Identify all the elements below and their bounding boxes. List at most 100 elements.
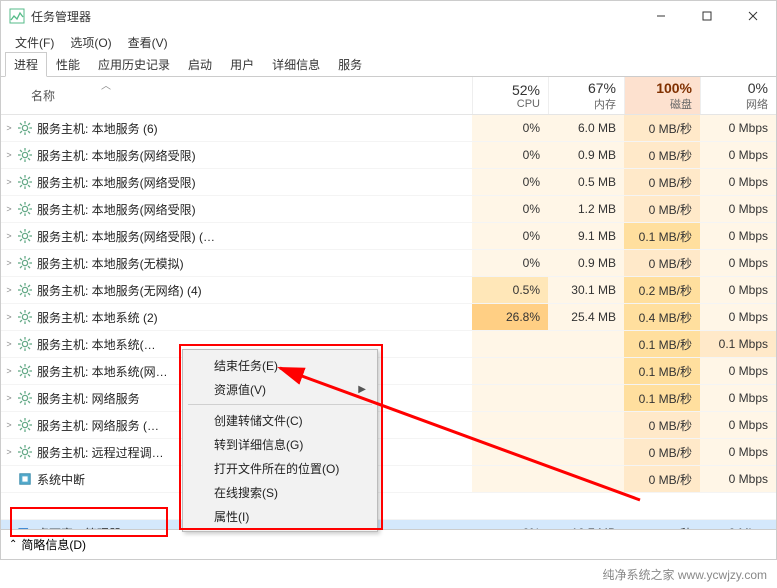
- table-row[interactable]: >服务主机: 本地系统(网…0.1 MB/秒0 Mbps: [1, 358, 776, 385]
- cell-cpu: 0%: [472, 196, 548, 222]
- table-row[interactable]: >服务主机: 本地服务(网络受限)0%0.5 MB0 MB/秒0 Mbps: [1, 169, 776, 196]
- table-row[interactable]: 系统中断0 MB/秒0 Mbps: [1, 466, 776, 493]
- context-menu-item[interactable]: 创建转储文件(C): [186, 408, 374, 432]
- maximize-button[interactable]: [684, 1, 730, 31]
- tab-4[interactable]: 用户: [221, 52, 263, 77]
- expand-icon[interactable]: >: [1, 447, 15, 457]
- cell-disk: 0 MB/秒: [624, 466, 700, 492]
- process-name: 服务主机: 本地服务 (6): [35, 120, 472, 137]
- cell-cpu: 0%: [472, 169, 548, 195]
- table-row[interactable]: [1, 493, 776, 520]
- minimize-button[interactable]: [638, 1, 684, 31]
- process-name: 服务主机: 本地服务(网络受限): [35, 201, 472, 218]
- table-row[interactable]: >服务主机: 远程过程调…0 MB/秒0 Mbps: [1, 439, 776, 466]
- process-name: 服务主机: 本地服务(网络受限): [35, 174, 472, 191]
- table-row[interactable]: >服务主机: 本地服务(无模拟)0%0.9 MB0 MB/秒0 Mbps: [1, 250, 776, 277]
- column-header-disk[interactable]: 100% 磁盘: [624, 77, 700, 114]
- context-menu-item[interactable]: 属性(I): [186, 504, 374, 528]
- cell-disk: 0 MB/秒: [624, 142, 700, 168]
- column-headers: ︿ 名称 52% CPU 67% 内存 100% 磁盘 0% 网络: [1, 77, 776, 115]
- cell-cpu: 0%: [472, 223, 548, 249]
- table-row[interactable]: >服务主机: 本地系统(…0.1 MB/秒0.1 Mbps: [1, 331, 776, 358]
- cell-memory: [548, 439, 624, 465]
- table-row[interactable]: >服务主机: 本地服务 (6)0%6.0 MB0 MB/秒0 Mbps: [1, 115, 776, 142]
- column-header-memory[interactable]: 67% 内存: [548, 77, 624, 114]
- context-menu-separator: [188, 404, 372, 405]
- tab-6[interactable]: 服务: [329, 52, 371, 77]
- context-menu-item[interactable]: 转到详细信息(G): [186, 432, 374, 456]
- cell-cpu: [472, 385, 548, 411]
- cell-disk: 0 MB/秒: [624, 412, 700, 438]
- expand-icon[interactable]: >: [1, 231, 15, 241]
- context-menu-item[interactable]: 打开文件所在的位置(O): [186, 456, 374, 480]
- column-header-name[interactable]: ︿ 名称: [1, 77, 472, 114]
- disk-usage-percent: 100%: [656, 80, 692, 96]
- expand-icon[interactable]: >: [1, 393, 15, 403]
- context-menu-item[interactable]: 结束任务(E): [186, 353, 374, 377]
- menubar: 文件(F) 选项(O) 查看(V): [1, 31, 776, 53]
- cell-network: 0.1 Mbps: [700, 331, 776, 357]
- table-row[interactable]: >服务主机: 本地服务(网络受限)0%1.2 MB0 MB/秒0 Mbps: [1, 196, 776, 223]
- cell-network: 0 Mbps: [700, 277, 776, 303]
- cell-memory: 30.1 MB: [548, 277, 624, 303]
- expand-icon[interactable]: >: [1, 258, 15, 268]
- cell-cpu: 0%: [472, 520, 548, 529]
- sort-indicator-icon: ︿: [101, 77, 111, 92]
- process-icon: [15, 148, 35, 162]
- tab-2[interactable]: 应用历史记录: [89, 52, 179, 77]
- expand-icon[interactable]: >: [1, 123, 15, 133]
- expand-icon[interactable]: >: [1, 366, 15, 376]
- disk-label: 磁盘: [670, 96, 692, 112]
- cell-memory: [548, 412, 624, 438]
- expand-icon[interactable]: >: [1, 420, 15, 430]
- cpu-usage-percent: 52%: [512, 82, 540, 98]
- context-menu-item[interactable]: 在线搜索(S): [186, 480, 374, 504]
- tab-0[interactable]: 进程: [5, 52, 47, 77]
- table-row[interactable]: >服务主机: 本地服务(网络受限)0%0.9 MB0 MB/秒0 Mbps: [1, 142, 776, 169]
- watermark: 纯净系统之家 www.ycwjzy.com: [599, 565, 771, 584]
- expand-icon[interactable]: >: [1, 285, 15, 295]
- cell-network: 0 Mbps: [700, 304, 776, 330]
- column-header-network[interactable]: 0% 网络: [700, 77, 776, 114]
- cell-disk: 0.1 MB/秒: [624, 223, 700, 249]
- table-row[interactable]: >服务主机: 本地系统 (2)26.8%25.4 MB0.4 MB/秒0 Mbp…: [1, 304, 776, 331]
- cell-memory: 10.7 MB: [548, 520, 624, 529]
- table-row[interactable]: 桌面窗口管理器0%10.7 MB0 MB/秒0 Mbps: [1, 520, 776, 529]
- cell-network: 0 Mbps: [700, 196, 776, 222]
- process-list[interactable]: >服务主机: 本地服务 (6)0%6.0 MB0 MB/秒0 Mbps>服务主机…: [1, 115, 776, 529]
- table-row[interactable]: >服务主机: 本地服务(网络受限) (…0%9.1 MB0.1 MB/秒0 Mb…: [1, 223, 776, 250]
- process-icon: [15, 445, 35, 459]
- tab-5[interactable]: 详细信息: [263, 52, 329, 77]
- menu-file[interactable]: 文件(F): [9, 32, 60, 53]
- cell-cpu: 0%: [472, 250, 548, 276]
- process-icon: [15, 526, 35, 529]
- context-menu-item[interactable]: 资源值(V)▶: [186, 377, 374, 401]
- cell-network: 0 Mbps: [700, 169, 776, 195]
- collapse-icon: ⌃: [9, 539, 17, 550]
- process-icon: [15, 121, 35, 135]
- expand-icon[interactable]: >: [1, 339, 15, 349]
- cell-network: 0 Mbps: [700, 412, 776, 438]
- menu-options[interactable]: 选项(O): [64, 32, 117, 53]
- table-row[interactable]: >服务主机: 网络服务 (…0 MB/秒0 Mbps: [1, 412, 776, 439]
- tabbar: 进程性能应用历史记录启动用户详细信息服务: [1, 53, 776, 77]
- process-icon: [15, 418, 35, 432]
- network-usage-percent: 0%: [748, 80, 768, 96]
- tab-1[interactable]: 性能: [47, 52, 89, 77]
- table-row[interactable]: >服务主机: 本地服务(无网络) (4)0.5%30.1 MB0.2 MB/秒0…: [1, 277, 776, 304]
- process-name: 服务主机: 本地服务(网络受限) (…: [35, 228, 472, 245]
- cpu-label: CPU: [517, 98, 540, 110]
- table-row[interactable]: >服务主机: 网络服务0.1 MB/秒0 Mbps: [1, 385, 776, 412]
- fewer-details-link[interactable]: 简略信息(D): [21, 536, 86, 553]
- close-button[interactable]: [730, 1, 776, 31]
- cell-network: 0 Mbps: [700, 115, 776, 141]
- cell-network: 0 Mbps: [700, 223, 776, 249]
- tab-3[interactable]: 启动: [179, 52, 221, 77]
- expand-icon[interactable]: >: [1, 312, 15, 322]
- menu-view[interactable]: 查看(V): [122, 32, 174, 53]
- column-header-cpu[interactable]: 52% CPU: [472, 77, 548, 114]
- process-icon: [15, 310, 35, 324]
- expand-icon[interactable]: >: [1, 204, 15, 214]
- expand-icon[interactable]: >: [1, 177, 15, 187]
- expand-icon[interactable]: >: [1, 150, 15, 160]
